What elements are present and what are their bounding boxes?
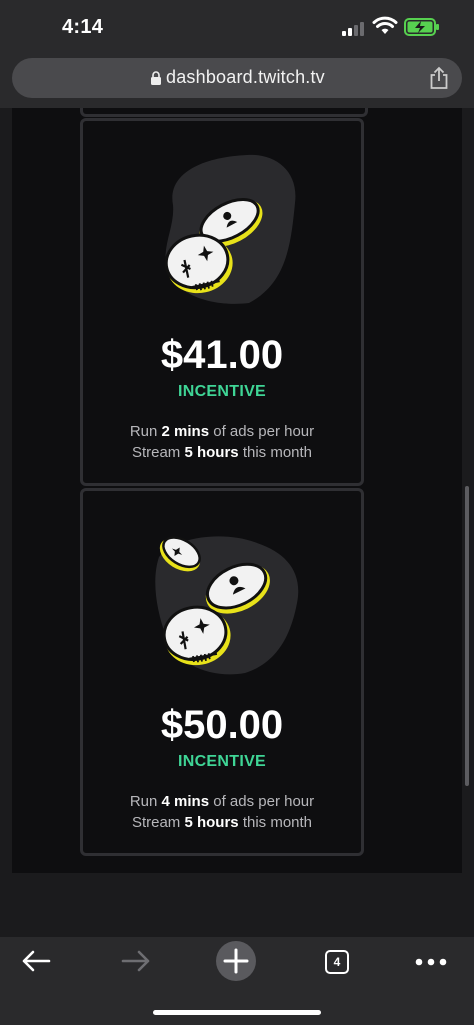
forward-arrow-icon[interactable] (120, 949, 152, 973)
left-gutter (0, 108, 12, 873)
tabs-button[interactable]: 4 (325, 950, 349, 974)
back-arrow-icon[interactable] (20, 949, 52, 973)
url-text: dashboard.twitch.tv (166, 67, 325, 87)
incentive-card[interactable]: $41.00 INCENTIVE Run 2 mins of ads per h… (80, 118, 364, 486)
browser-address-area: dashboard.twitch.tv (0, 52, 474, 108)
incentive-amount: $50.00 (160, 703, 284, 747)
previous-card-edge (80, 108, 368, 117)
home-indicator[interactable] (153, 1010, 321, 1015)
incentive-amount: $41.00 (160, 333, 284, 377)
requirement-ads: Run 4 mins of ads per hour (129, 793, 315, 810)
share-icon[interactable] (428, 66, 450, 90)
page-scrollbar[interactable] (465, 486, 469, 786)
browser-toolbar: 4 (0, 873, 474, 1025)
new-tab-button[interactable] (216, 941, 256, 981)
plus-icon (223, 948, 249, 974)
address-bar[interactable]: dashboard.twitch.tv (12, 58, 462, 98)
coins-illustration (164, 154, 296, 304)
status-time: 4:14 (62, 16, 104, 38)
requirement-ads: Run 2 mins of ads per hour (129, 423, 315, 440)
battery-charging-icon (404, 18, 439, 36)
wifi-icon (372, 16, 398, 34)
requirement-stream: Stream 5 hours this month (131, 444, 313, 461)
page-content: $41.00 INCENTIVE Run 2 mins of ads per h… (0, 108, 474, 873)
cellular-signal-icon (342, 20, 368, 36)
incentive-card[interactable]: $50.00 INCENTIVE Run 4 mins of ads per h… (80, 488, 364, 856)
incentive-label: INCENTIVE (177, 753, 267, 770)
coins-illustration (155, 536, 299, 675)
more-icon[interactable] (414, 957, 448, 967)
status-bar: 4:14 (0, 0, 474, 52)
lock-icon (151, 71, 161, 85)
incentive-label: INCENTIVE (177, 383, 267, 400)
requirement-stream: Stream 5 hours this month (131, 814, 313, 831)
